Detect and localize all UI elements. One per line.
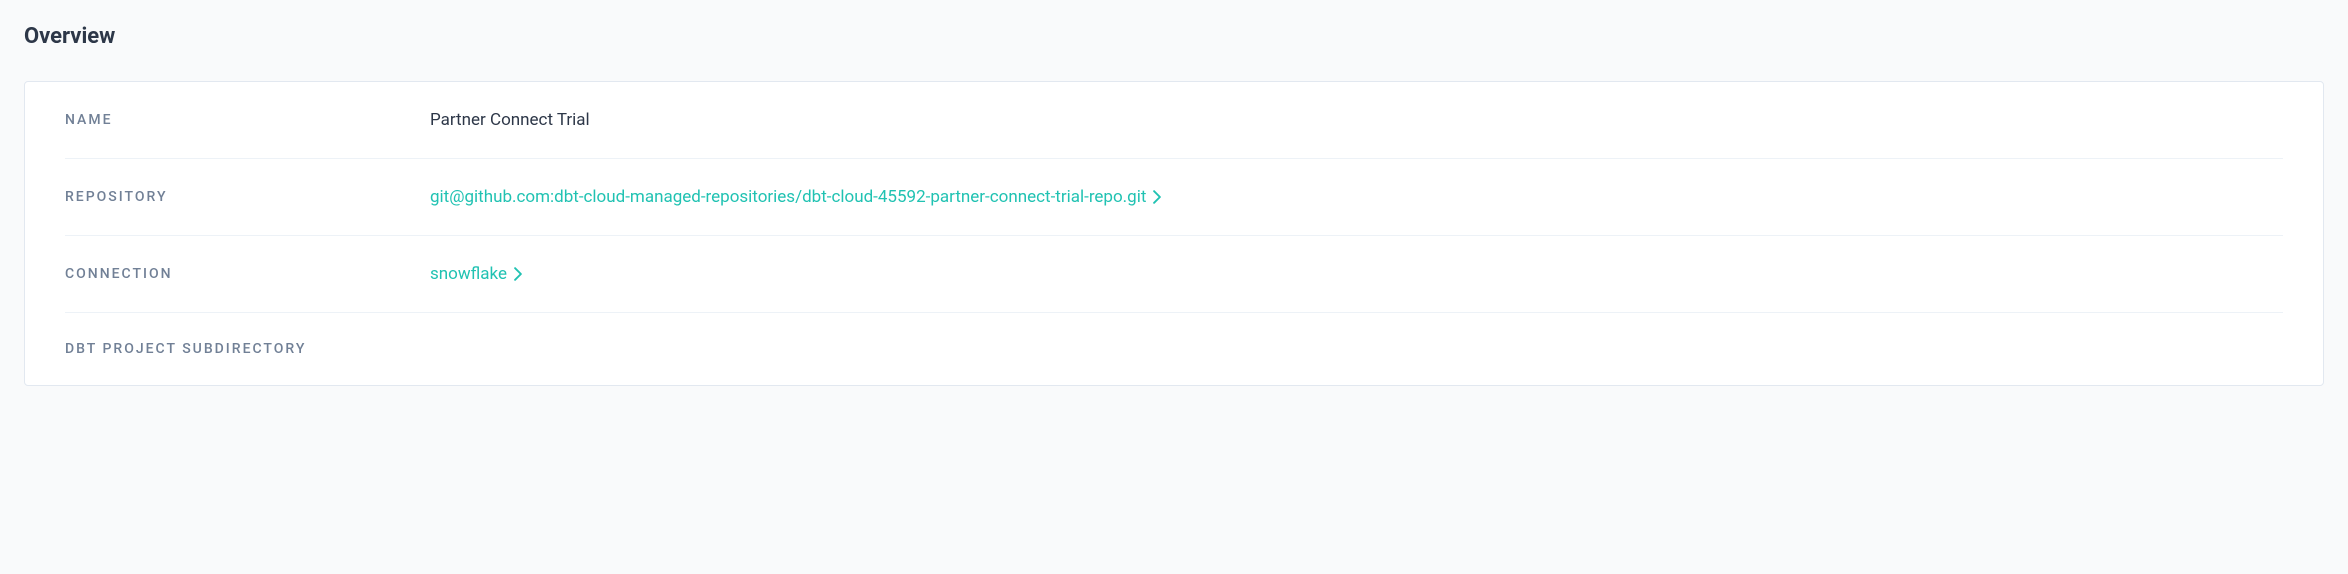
connection-link-text: snowflake — [430, 264, 507, 284]
repository-link-text: git@github.com:dbt-cloud-managed-reposit… — [430, 187, 1146, 207]
overview-row-subdirectory: DBT PROJECT SUBDIRECTORY — [65, 313, 2283, 385]
row-value-name: Partner Connect Trial — [430, 110, 590, 130]
row-label-subdirectory: DBT PROJECT SUBDIRECTORY — [65, 341, 430, 357]
overview-row-name: NAME Partner Connect Trial — [65, 82, 2283, 159]
row-label-name: NAME — [65, 112, 430, 128]
chevron-right-icon — [1152, 190, 1162, 204]
connection-link[interactable]: snowflake — [430, 264, 523, 284]
overview-card: NAME Partner Connect Trial REPOSITORY gi… — [24, 81, 2324, 386]
row-label-connection: CONNECTION — [65, 266, 430, 282]
chevron-right-icon — [513, 267, 523, 281]
overview-row-repository: REPOSITORY git@github.com:dbt-cloud-mana… — [65, 159, 2283, 236]
page-title: Overview — [24, 24, 2324, 49]
row-label-repository: REPOSITORY — [65, 189, 430, 205]
overview-row-connection: CONNECTION snowflake — [65, 236, 2283, 313]
repository-link[interactable]: git@github.com:dbt-cloud-managed-reposit… — [430, 187, 1162, 207]
